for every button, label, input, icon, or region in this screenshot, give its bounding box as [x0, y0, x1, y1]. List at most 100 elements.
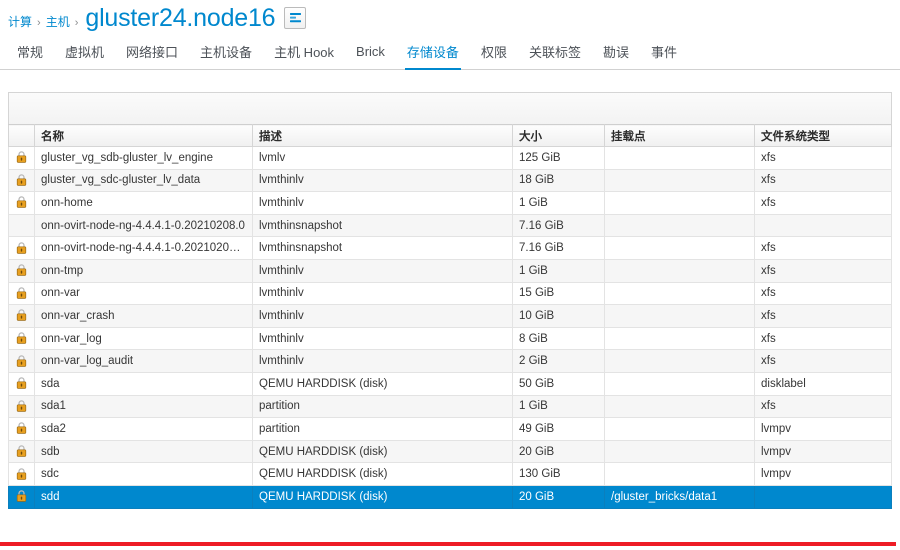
row-lock-cell [8, 236, 35, 260]
row-size: 130 GiB [512, 462, 605, 486]
detail-tabbar: 常规 虚拟机 网络接口 主机设备 主机 Hook Brick 存储设备 权限 关… [0, 34, 900, 70]
table-row[interactable]: sda QEMU HARDDISK (disk) 50 GiB disklabel [8, 372, 892, 396]
lock-icon [16, 332, 27, 344]
tab-errata[interactable]: 勘误 [592, 34, 640, 69]
row-mount-point [604, 372, 755, 396]
tab-host-hooks[interactable]: 主机 Hook [263, 34, 345, 69]
row-description: lvmthinlv [252, 259, 513, 283]
table-row[interactable]: sdc QEMU HARDDISK (disk) 130 GiB lvmpv [8, 462, 892, 486]
table-row[interactable]: onn-var lvmthinlv 15 GiB xfs [8, 282, 892, 306]
table-row[interactable]: onn-tmp lvmthinlv 1 GiB xfs [8, 259, 892, 283]
storage-devices-table: 名称 描述 大小 挂载点 文件系统类型 gluster_vg_sdb-glust… [8, 124, 892, 509]
row-size: 2 GiB [512, 349, 605, 373]
column-header-description[interactable]: 描述 [252, 124, 513, 147]
annotation-underline [0, 542, 896, 546]
row-description: QEMU HARDDISK (disk) [252, 372, 513, 396]
table-row[interactable]: sdb QEMU HARDDISK (disk) 20 GiB lvmpv [8, 440, 892, 464]
column-header-mount[interactable]: 挂载点 [604, 124, 755, 147]
table-row[interactable]: gluster_vg_sdb-gluster_lv_engine lvmlv 125… [8, 146, 892, 170]
tab-affinity-labels[interactable]: 关联标签 [518, 34, 592, 69]
row-fstype: xfs [754, 395, 892, 419]
breadcrumb-item-compute[interactable]: 计算 [8, 15, 32, 29]
row-mount-point [604, 417, 755, 441]
breadcrumb-separator-2: › [74, 17, 79, 29]
breadcrumb-item-hosts[interactable]: 主机 [46, 15, 70, 29]
storage-devices-table-container: 名称 描述 大小 挂载点 文件系统类型 gluster_vg_sdb-glust… [0, 70, 900, 509]
table-row[interactable]: onn-var_crash lvmthinlv 10 GiB xfs [8, 304, 892, 328]
row-name: gluster_vg_sdc-gluster_lv_data [34, 169, 253, 193]
row-size: 50 GiB [512, 372, 605, 396]
table-row[interactable]: onn-ovirt-node-ng-4.4.4.1-0.20210208.0+1… [8, 236, 892, 260]
row-fstype: xfs [754, 259, 892, 283]
row-mount-point [604, 236, 755, 260]
row-fstype: xfs [754, 349, 892, 373]
list-lines-icon[interactable] [284, 6, 307, 29]
row-lock-cell [8, 372, 35, 396]
table-row[interactable]: onn-home lvmthinlv 1 GiB xfs [8, 191, 892, 215]
row-fstype: xfs [754, 191, 892, 215]
row-description: QEMU HARDDISK (disk) [252, 485, 513, 509]
row-fstype: xfs [754, 327, 892, 351]
breadcrumb-separator-1: › [37, 17, 41, 29]
row-size: 49 GiB [512, 417, 605, 441]
row-mount-point [604, 440, 755, 464]
tab-storage-devices[interactable]: 存储设备 [396, 34, 470, 70]
tab-events[interactable]: 事件 [640, 34, 688, 69]
row-fstype: xfs [754, 304, 892, 328]
tab-general[interactable]: 常规 [6, 34, 54, 69]
tab-network-interfaces[interactable]: 网络接口 [115, 34, 189, 69]
column-header-lock[interactable] [8, 124, 35, 147]
row-description: lvmthinlv [252, 169, 513, 193]
row-description: lvmthinlv [252, 191, 513, 215]
tab-vms[interactable]: 虚拟机 [54, 34, 115, 69]
row-name: onn-var_log_audit [34, 349, 253, 373]
row-description: lvmthinsnapshot [252, 236, 513, 260]
row-size: 20 GiB [512, 485, 605, 509]
table-row[interactable]: gluster_vg_sdc-gluster_lv_data lvmthinlv 1… [8, 169, 892, 193]
row-mount-point [604, 395, 755, 419]
table-row[interactable]: sda1 partition 1 GiB xfs [8, 395, 892, 419]
tab-brick[interactable]: Brick [345, 34, 396, 69]
table-row[interactable]: onn-var_log lvmthinlv 8 GiB xfs [8, 327, 892, 351]
row-size: 15 GiB [512, 282, 605, 306]
column-header-fstype[interactable]: 文件系统类型 [754, 124, 892, 147]
column-header-name[interactable]: 名称 [34, 124, 253, 147]
row-name: sda [34, 372, 253, 396]
tab-host-devices[interactable]: 主机设备 [189, 34, 263, 69]
row-size: 1 GiB [512, 395, 605, 419]
row-description: lvmthinlv [252, 327, 513, 351]
row-fstype: lvmpv [754, 417, 892, 441]
row-name: onn-var [34, 282, 253, 306]
row-mount-point [604, 349, 755, 373]
row-mount-point: /gluster_bricks/data1 [604, 485, 755, 509]
row-description: lvmthinlv [252, 349, 513, 373]
table-row[interactable]: onn-ovirt-node-ng-4.4.4.1-0.20210208.0 lv… [8, 214, 892, 238]
row-name: onn-home [34, 191, 253, 215]
row-mount-point [604, 214, 755, 238]
row-size: 7.16 GiB [512, 236, 605, 260]
row-name: onn-var_log [34, 327, 253, 351]
row-fstype: disklabel [754, 372, 892, 396]
lock-icon [16, 400, 27, 412]
row-lock-cell [8, 440, 35, 464]
row-lock-cell [8, 214, 35, 238]
table-row[interactable]: onn-var_log_audit lvmthinlv 2 GiB xfs [8, 349, 892, 373]
row-lock-cell [8, 462, 35, 486]
row-fstype: xfs [754, 146, 892, 170]
row-size: 10 GiB [512, 304, 605, 328]
tab-permissions[interactable]: 权限 [470, 34, 518, 69]
table-row[interactable]: sdd QEMU HARDDISK (disk) 20 GiB/gluster_br… [8, 485, 892, 509]
row-fstype: xfs [754, 169, 892, 193]
lock-icon [16, 354, 27, 367]
column-header-size[interactable]: 大小 [512, 124, 605, 147]
table-toolbar[interactable] [8, 92, 892, 124]
row-name: onn-tmp [34, 259, 253, 283]
lock-icon [16, 377, 27, 389]
row-size: 1 GiB [512, 191, 605, 215]
row-lock-cell [8, 169, 35, 193]
lock-icon [16, 467, 27, 480]
lock-icon [16, 241, 27, 254]
row-description: QEMU HARDDISK (disk) [252, 462, 513, 486]
table-row[interactable]: sda2 partition 49 GiB lvmpv [8, 417, 892, 441]
row-mount-point [604, 259, 755, 283]
